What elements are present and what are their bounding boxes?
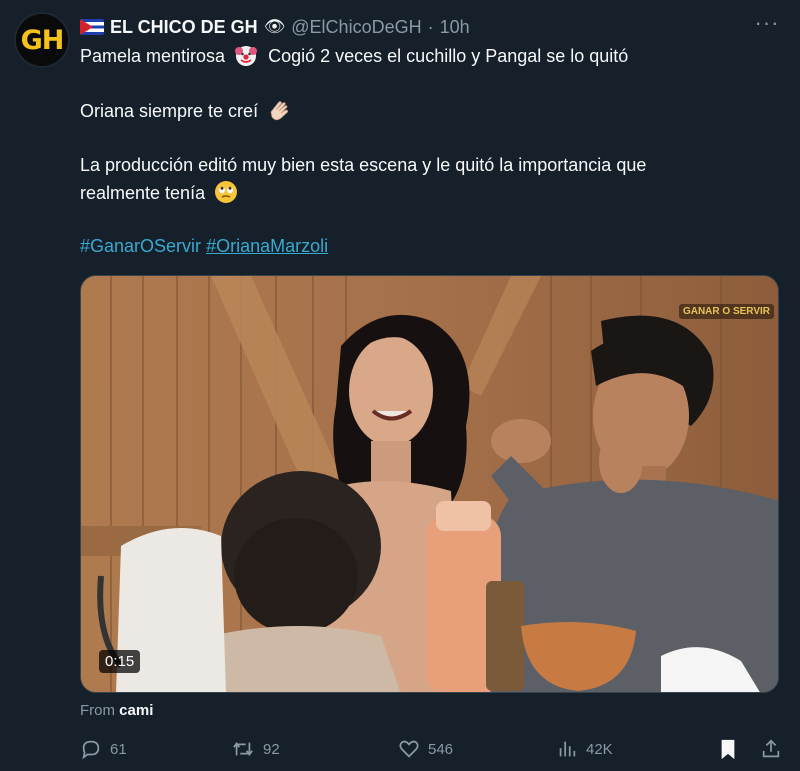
author-handle[interactable]: @ElChicoDeGH [291, 17, 421, 38]
tweet-text-line-3: La producción editó muy bien esta escena… [80, 155, 647, 175]
cuba-flag-icon [80, 19, 104, 35]
repost-count: 92 [263, 740, 280, 758]
bookmark-icon [721, 739, 735, 760]
view-count: 42K [586, 740, 613, 758]
bookmark-button[interactable] [717, 738, 739, 760]
timestamp[interactable]: 10h [440, 17, 470, 38]
share-icon [762, 739, 780, 758]
video-player[interactable]: GANAR O SERVIR 0:15 [80, 275, 779, 693]
like-button[interactable]: 546 [398, 738, 453, 760]
hashtag-ganaroservir[interactable]: #GanarOServir [80, 236, 201, 256]
tweet-header: EL CHICO DE GH 👁 @ElChicoDeGH · 10h [80, 14, 470, 40]
heart-icon [399, 740, 419, 758]
tweet-text-line-2: Oriana siempre te creí [80, 97, 780, 130]
views-icon [559, 741, 576, 757]
action-bar: 61 92 546 42K [80, 738, 780, 768]
video-frame [81, 276, 778, 692]
tweet-text-line-1: Pamela mentirosa Cogió 2 veces el cuchil… [80, 42, 780, 75]
avatar[interactable]: GH [14, 12, 70, 68]
attribution-source-link[interactable]: cami [119, 702, 153, 719]
clapping-hands-emoji [267, 98, 293, 130]
channel-logo: GANAR O SERVIR [678, 304, 774, 319]
hashtag-orianamarzoli[interactable]: #OrianaMarzoli [206, 236, 328, 256]
author-name[interactable]: EL CHICO DE GH [110, 17, 258, 38]
separator-dot: · [427, 16, 434, 37]
repost-icon [233, 742, 253, 756]
more-options-icon[interactable]: ··· [754, 12, 780, 40]
eye-roll-emoji [214, 180, 238, 212]
avatar-text: GH [20, 24, 65, 56]
like-count: 546 [428, 740, 454, 758]
tweet-text-line-4: realmente tenía [80, 179, 780, 212]
eye-emoji: 👁 [263, 17, 286, 36]
reply-button[interactable]: 61 [80, 738, 127, 760]
video-duration: 0:15 [99, 650, 141, 673]
media-attribution: From cami [80, 702, 154, 719]
reply-count: 61 [110, 740, 127, 758]
hashtags: #GanarOServir #OrianaMarzoli [80, 232, 780, 260]
views-button[interactable]: 42K [556, 738, 613, 760]
repost-button[interactable]: 92 [231, 738, 280, 760]
reply-icon [82, 740, 100, 760]
share-button[interactable] [760, 738, 782, 760]
clown-emoji [234, 43, 258, 75]
tweet-card[interactable]: GH EL CHICO DE GH 👁 @ElChicoDeGH · 10h ·… [0, 0, 800, 771]
